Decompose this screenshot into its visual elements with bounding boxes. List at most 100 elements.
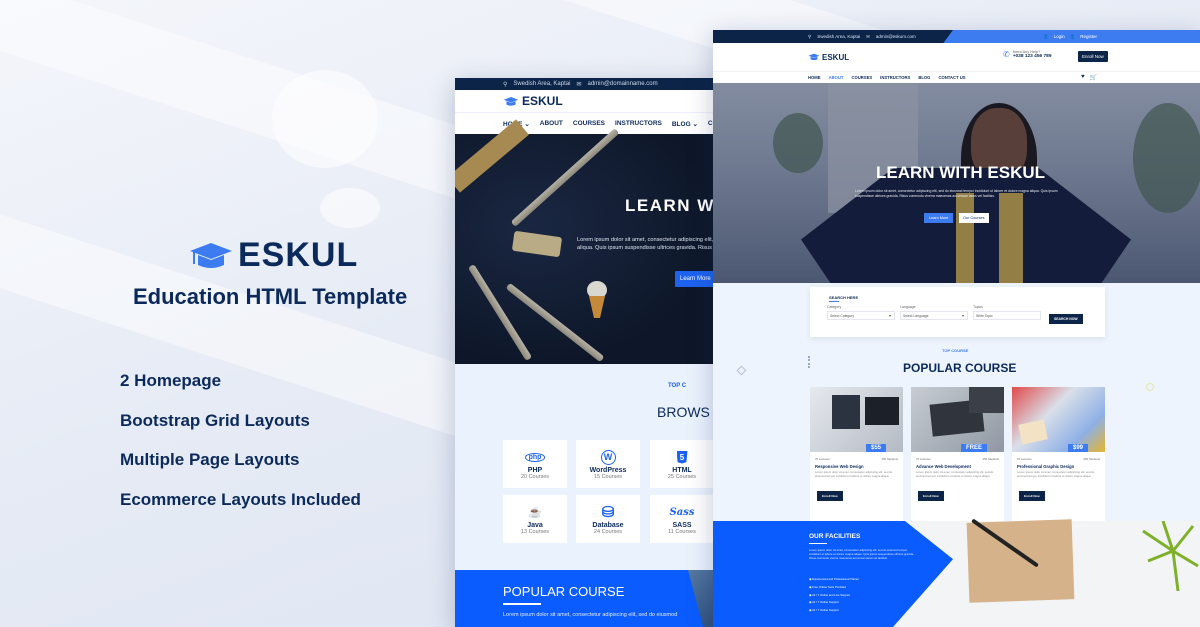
nav-instructors[interactable]: INSTRUCTORS (880, 75, 910, 80)
course-title[interactable]: Responsive Web Design (810, 461, 903, 469)
topic-input[interactable]: Topics Write Topic (973, 305, 1041, 320)
register-link[interactable]: Register (1080, 34, 1097, 39)
course-search-form: SEARCH HERE Category Select Category ▾ La… (810, 287, 1105, 337)
students-count: 250 Students (982, 457, 999, 461)
course-card[interactable]: $55 76 Lectures 250 Students Responsive W… (810, 387, 903, 522)
category-card[interactable]: ⛁ Database 24 Courses (576, 495, 640, 543)
feature-item: 2 Homepage (120, 371, 222, 390)
cart-icon[interactable]: 🛒 (1090, 74, 1097, 81)
category-card[interactable]: php PHP 20 Courses (503, 440, 567, 488)
learn-more-button[interactable]: Learn More (675, 271, 716, 287)
dots-decoration (808, 356, 811, 368)
category-card[interactable]: 5 HTML 25 Courses (650, 440, 714, 488)
pencil-image (510, 128, 620, 227)
nav-home[interactable]: HOME (808, 75, 821, 80)
hero-slider: LEARN W Lorem ipsum dolor sit amet, cons… (455, 119, 717, 364)
category-select[interactable]: Category Select Category ▾ (827, 305, 895, 320)
section-label: TOP COURSE (942, 348, 969, 353)
graduation-cap-icon (190, 242, 232, 268)
topbar-email[interactable]: admin@domainname.com (587, 81, 657, 87)
search-now-button[interactable]: SEARCH NOW (1049, 314, 1083, 324)
course-desc: Lorem ipsum dolor sit amet, consectetur … (916, 470, 994, 478)
promo-panel: ESKUL Education HTML Template 2 Homepage… (0, 0, 455, 627)
nav-courses[interactable]: COURSES (851, 75, 872, 80)
nav-about[interactable]: ABOUT (540, 120, 563, 127)
category-name: HTML (672, 467, 692, 474)
jeans-image (688, 570, 717, 627)
brand-logo: ESKUL (188, 236, 358, 275)
topbar-location: Swedish Area, Kaptai (817, 34, 861, 39)
section-title: BROWS C (657, 404, 717, 420)
enroll-now-button[interactable]: Enroll Now (918, 491, 944, 501)
category-name: Database (592, 522, 624, 529)
category-card[interactable]: ☕ Java 13 Courses (503, 495, 567, 543)
brand-name: ESKUL (238, 236, 359, 274)
notebook-image (966, 519, 1075, 603)
course-desc: Lorem ipsum dolor sit amet, consectetur … (815, 470, 893, 478)
course-title[interactable]: Professional Graphic Design (1012, 461, 1105, 469)
facility-item: ◉ 24 / 7 Online and Live Support (809, 592, 851, 597)
course-desc: Lorem ipsum dolor sit amet, consectetur … (1017, 470, 1095, 478)
lectures-count: 76 Lectures (1017, 457, 1032, 461)
facilities-text: Lorem ipsum dolor sit amet, consectetur … (809, 548, 914, 560)
hero-title: LEARN W (625, 196, 715, 215)
help-phone[interactable]: +038 123 456 789 (1013, 54, 1052, 59)
hero-title: LEARN WITH ESKUL (876, 163, 1046, 182)
course-card[interactable]: $99 76 Lectures 250 Students Professional… (1012, 387, 1105, 522)
promo-subtitle: Education HTML Template (133, 284, 408, 309)
main-nav: HOME ABOUT COURSES INSTRUCTORS BLOG CONT… (713, 71, 1200, 83)
category-count: 24 Courses (593, 529, 623, 535)
popular-course-title: POPULAR COURSE (503, 584, 625, 599)
user-plus-icon: 👤 (1069, 33, 1076, 39)
feature-item: Bootstrap Grid Layouts (120, 410, 310, 430)
language-select[interactable]: Language Select Language ▾ (900, 305, 968, 320)
lectures-count: 76 Lectures (916, 457, 931, 461)
location-icon: ⚲ (808, 33, 812, 39)
nav-about[interactable]: ABOUT (829, 75, 844, 80)
nav-courses[interactable]: COURSES (573, 120, 605, 127)
facility-item: ◉ 24 / 7 Online Support (809, 608, 839, 613)
course-title[interactable]: Advance Web Development (911, 461, 1004, 469)
hero-text: Lorem ipsum dolor sit amet, consectetur … (577, 237, 714, 251)
students-count: 250 Students (881, 457, 898, 461)
facilities-section: OUR FACILITIES Lorem ipsum dolor sit ame… (713, 518, 1200, 627)
enroll-now-button[interactable]: Enroll Now (1078, 51, 1108, 62)
section-title: POPULAR COURSE (903, 361, 1017, 375)
course-image: FREE (911, 387, 1004, 452)
login-link[interactable]: Login (1054, 34, 1065, 39)
our-courses-button[interactable]: Our Courses (959, 213, 989, 223)
nav-blog[interactable]: BLOG (918, 75, 930, 80)
sass-icon: Sass (669, 506, 695, 518)
category-card[interactable]: W WordPress 15 Courses (576, 440, 640, 488)
course-image: $99 (1012, 387, 1105, 452)
wordpress-icon: W (576, 447, 640, 467)
homepage-preview-2: ⚲ Swedish Area, Kaptai ✉ admin@eskum.com… (713, 30, 1200, 627)
nav-blog[interactable]: BLOG ⌄ (672, 120, 698, 128)
site-logo[interactable]: ESKUL (822, 53, 849, 62)
topbar-email[interactable]: admin@eskum.com (876, 34, 916, 39)
circle-decoration (1146, 383, 1154, 391)
enroll-now-button[interactable]: Enroll Now (817, 491, 843, 501)
category-name: SASS (672, 522, 692, 529)
user-icon: 👤 (1043, 33, 1049, 39)
database-icon: ⛁ (601, 504, 615, 521)
heart-icon[interactable]: ♥ (1081, 74, 1085, 81)
java-icon: ☕ (528, 506, 542, 519)
nav-instructors[interactable]: INSTRUCTORS (615, 120, 662, 127)
tape-image (511, 230, 563, 258)
facility-item: ◉ 24 / 7 Online Support (809, 600, 839, 605)
enroll-now-button[interactable]: Enroll Now (1019, 491, 1045, 501)
category-card[interactable]: Sass SASS 11 Courses (650, 495, 714, 543)
feature-item: Multiple Page Layouts (120, 450, 300, 469)
learn-more-button[interactable]: Learn More (924, 213, 954, 223)
pencil-image (467, 264, 533, 361)
popular-course-section: POPULAR COURSE Lorem ipsum dolor sit ame… (455, 570, 717, 627)
mail-icon: ✉ (576, 81, 582, 88)
site-logo[interactable]: ESKUL (522, 94, 563, 108)
lectures-count: 76 Lectures (815, 457, 830, 461)
nav-contact[interactable]: CONTACT US (938, 75, 965, 80)
html5-icon: 5 (650, 447, 714, 467)
course-card[interactable]: FREE 76 Lectures 250 Students Advance Web… (911, 387, 1004, 522)
facilities-list: ◉ Experienced and Professional Trainer ◉… (809, 577, 859, 616)
category-count: 15 Courses (593, 474, 623, 480)
